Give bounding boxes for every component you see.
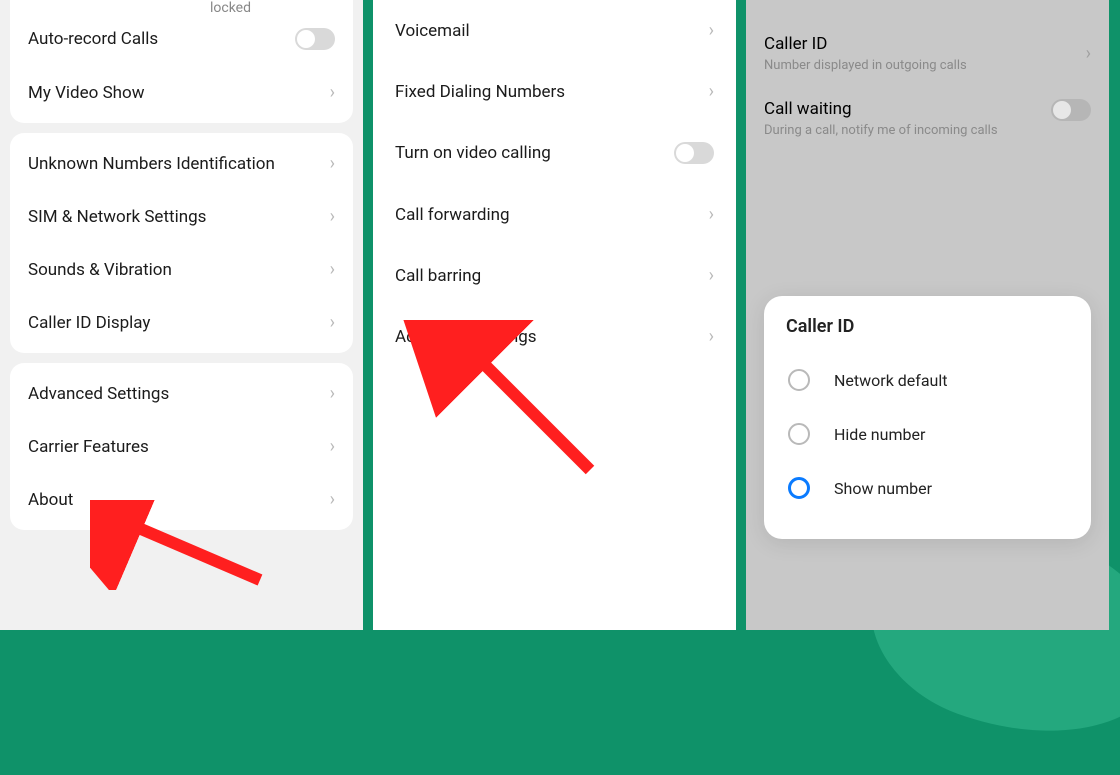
video-calling-toggle[interactable] bbox=[674, 142, 714, 164]
option-network-default[interactable]: Network default bbox=[786, 353, 1069, 407]
caller-id-display-label: Caller ID Display bbox=[28, 313, 330, 333]
chevron-right-icon: › bbox=[330, 312, 335, 333]
sim-network-row[interactable]: SIM & Network Settings › bbox=[10, 190, 353, 243]
radio-selected-icon bbox=[788, 477, 810, 499]
chevron-right-icon: › bbox=[330, 153, 335, 174]
call-barring-row[interactable]: Call barring › bbox=[373, 245, 736, 306]
video-calling-row[interactable]: Turn on video calling bbox=[373, 122, 736, 184]
caller-id-title: Caller ID bbox=[764, 34, 1086, 54]
sim-network-label: SIM & Network Settings bbox=[28, 207, 330, 227]
chevron-right-icon: › bbox=[1086, 43, 1091, 64]
about-label: About bbox=[28, 490, 330, 510]
sounds-vibration-label: Sounds & Vibration bbox=[28, 260, 330, 280]
card-group-3: Advanced Settings › Carrier Features › A… bbox=[10, 363, 353, 530]
advanced-settings-row[interactable]: Advanced Settings › bbox=[10, 367, 353, 420]
chevron-right-icon: › bbox=[330, 489, 335, 510]
panel-carrier-features: Voicemail › Fixed Dialing Numbers › Turn… bbox=[373, 0, 736, 630]
chevron-right-icon: › bbox=[330, 82, 335, 103]
carrier-features-row[interactable]: Carrier Features › bbox=[10, 420, 353, 473]
call-forwarding-label: Call forwarding bbox=[395, 205, 709, 225]
chevron-right-icon: › bbox=[330, 436, 335, 457]
call-waiting-toggle[interactable] bbox=[1051, 99, 1091, 121]
option-label: Show number bbox=[834, 479, 932, 498]
chevron-right-icon: › bbox=[709, 20, 714, 41]
radio-icon bbox=[788, 423, 810, 445]
sounds-vibration-row[interactable]: Sounds & Vibration › bbox=[10, 243, 353, 296]
chevron-right-icon: › bbox=[709, 204, 714, 225]
additional-settings-label: Additional settings bbox=[395, 327, 709, 347]
chevron-right-icon: › bbox=[330, 383, 335, 404]
call-barring-label: Call barring bbox=[395, 266, 709, 286]
unknown-numbers-row[interactable]: Unknown Numbers Identification › bbox=[10, 137, 353, 190]
about-row[interactable]: About › bbox=[10, 473, 353, 526]
call-forwarding-row[interactable]: Call forwarding › bbox=[373, 184, 736, 245]
option-hide-number[interactable]: Hide number bbox=[786, 407, 1069, 461]
caller-id-row[interactable]: Caller ID Number displayed in outgoing c… bbox=[746, 0, 1109, 81]
panel-call-settings: locked Auto-record Calls My Video Show ›… bbox=[0, 0, 363, 630]
carrier-list: Voicemail › Fixed Dialing Numbers › Turn… bbox=[373, 0, 736, 630]
voicemail-label: Voicemail bbox=[395, 21, 709, 41]
call-waiting-sub: During a call, notify me of incoming cal… bbox=[764, 123, 1051, 138]
my-video-show-row[interactable]: My Video Show › bbox=[10, 66, 353, 119]
option-label: Hide number bbox=[834, 425, 925, 444]
fixed-dialing-row[interactable]: Fixed Dialing Numbers › bbox=[373, 61, 736, 122]
video-calling-label: Turn on video calling bbox=[395, 143, 674, 163]
card-group-2: Unknown Numbers Identification › SIM & N… bbox=[10, 133, 353, 353]
card-group-1: Auto-record Calls My Video Show › bbox=[10, 0, 353, 123]
fixed-dialing-label: Fixed Dialing Numbers bbox=[395, 82, 709, 102]
option-show-number[interactable]: Show number bbox=[786, 461, 1069, 515]
auto-record-label: Auto-record Calls bbox=[28, 29, 295, 49]
call-waiting-title: Call waiting bbox=[764, 99, 1051, 119]
auto-record-toggle[interactable] bbox=[295, 28, 335, 50]
chevron-right-icon: › bbox=[330, 206, 335, 227]
caller-id-dialog: Caller ID Network default Hide number Sh… bbox=[764, 296, 1091, 539]
additional-settings-row[interactable]: Additional settings › bbox=[373, 306, 736, 367]
carrier-features-label: Carrier Features bbox=[28, 437, 330, 457]
chevron-right-icon: › bbox=[330, 259, 335, 280]
call-waiting-row[interactable]: Call waiting During a call, notify me of… bbox=[746, 81, 1109, 146]
voicemail-row[interactable]: Voicemail › bbox=[373, 0, 736, 61]
radio-icon bbox=[788, 369, 810, 391]
option-label: Network default bbox=[834, 371, 948, 390]
caller-id-sub: Number displayed in outgoing calls bbox=[764, 58, 1086, 73]
chevron-right-icon: › bbox=[709, 81, 714, 102]
chevron-right-icon: › bbox=[709, 265, 714, 286]
chevron-right-icon: › bbox=[709, 326, 714, 347]
my-video-show-label: My Video Show bbox=[28, 83, 330, 103]
advanced-settings-label: Advanced Settings bbox=[28, 384, 330, 404]
panel-additional-settings: ‹ Additional settings (Safaricom) Caller… bbox=[746, 0, 1109, 630]
unknown-numbers-label: Unknown Numbers Identification bbox=[28, 154, 330, 174]
caller-id-display-row[interactable]: Caller ID Display › bbox=[10, 296, 353, 349]
dialog-title: Caller ID bbox=[786, 316, 1069, 337]
